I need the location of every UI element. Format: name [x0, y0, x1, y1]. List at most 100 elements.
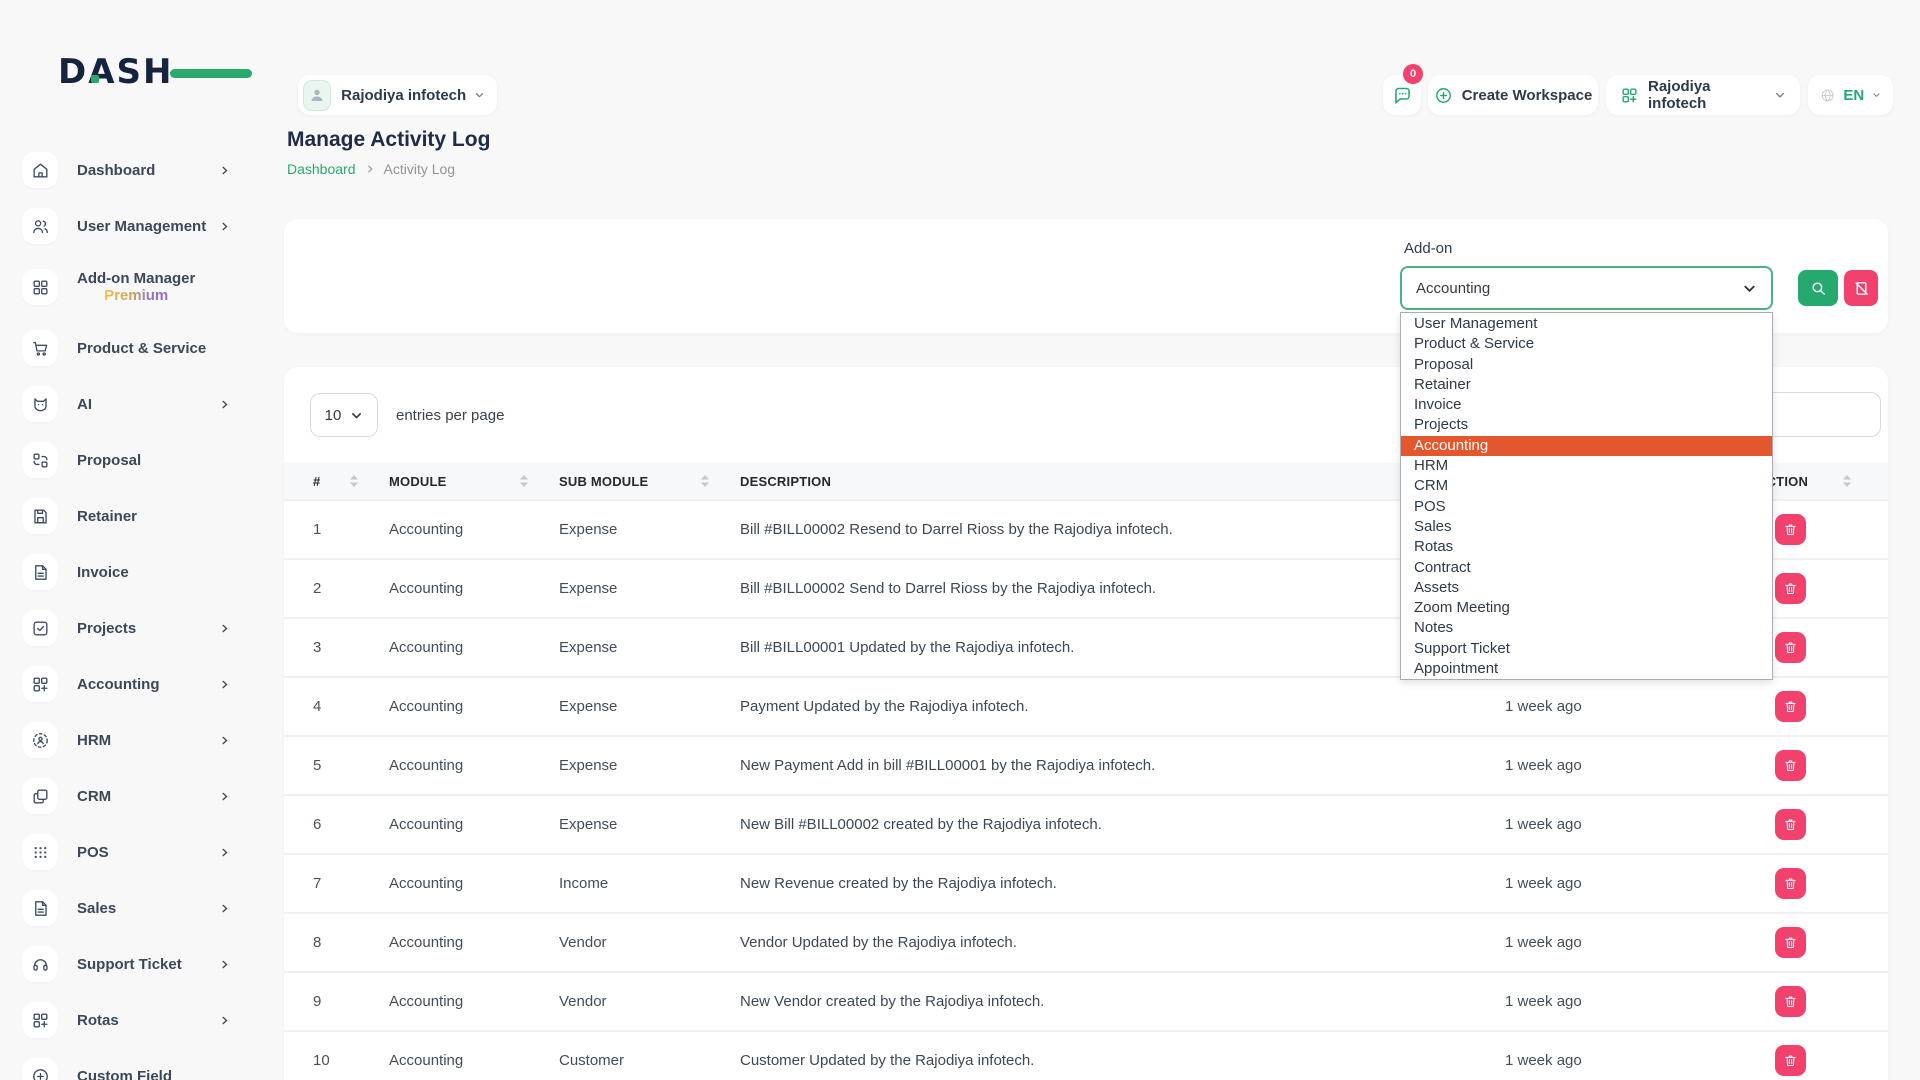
delete-button[interactable] — [1775, 927, 1806, 958]
sidebar-item-sales[interactable]: Sales — [0, 880, 260, 936]
sidebar-item-label: Rotas — [77, 1012, 119, 1029]
row-sub-module: Expense — [559, 580, 740, 597]
sidebar-item-label: Projects — [77, 620, 136, 637]
table-row: 4 Accounting Expense Payment Updated by … — [284, 678, 1888, 737]
breadcrumb-dashboard-link[interactable]: Dashboard — [287, 161, 356, 177]
row-module: Accounting — [389, 580, 559, 597]
sidebar-item-rotas[interactable]: Rotas — [0, 992, 260, 1048]
chevron-right-icon — [219, 847, 230, 858]
delete-button[interactable] — [1775, 986, 1806, 1017]
dropdown-option-selected[interactable]: Accounting — [1401, 436, 1772, 456]
dropdown-option[interactable]: POS — [1401, 497, 1772, 517]
dropdown-option[interactable]: Assets — [1401, 578, 1772, 598]
delete-button[interactable] — [1775, 1045, 1806, 1076]
workspace-switcher[interactable]: Rajodiya infotech — [298, 75, 497, 115]
dropdown-option[interactable]: Projects — [1401, 415, 1772, 435]
dropdown-option[interactable]: Rotas — [1401, 537, 1772, 557]
row-module: Accounting — [389, 993, 559, 1010]
sidebar-item-crm[interactable]: CRM — [0, 768, 260, 824]
row-sub-module: Expense — [559, 639, 740, 656]
sidebar-item-custom-field[interactable]: Custom Field — [0, 1048, 260, 1080]
sidebar-item-user-management[interactable]: User Management — [0, 198, 260, 254]
globe-icon — [1820, 85, 1835, 106]
column-header-sub-module[interactable]: SUB MODULE — [559, 463, 740, 499]
activity-log-screen: DASH Rajodiya infotech 0 Create Workspac… — [0, 0, 1920, 1080]
sidebar-item-invoice[interactable]: Invoice — [0, 544, 260, 600]
column-header-description[interactable]: DESCRIPTION — [740, 463, 1505, 499]
headset-icon — [22, 946, 58, 982]
dropdown-option[interactable]: Sales — [1401, 517, 1772, 537]
account-menu[interactable]: Rajodiya infotech — [1606, 75, 1800, 115]
dropdown-option[interactable]: Zoom Meeting — [1401, 598, 1772, 618]
home-icon — [22, 152, 58, 188]
trash-icon — [1783, 935, 1798, 950]
sidebar-item-dashboard[interactable]: Dashboard — [0, 142, 260, 198]
sidebar-item-proposal[interactable]: Proposal — [0, 432, 260, 488]
sidebar-item-product-service[interactable]: Product & Service — [0, 320, 260, 376]
delete-button[interactable] — [1775, 632, 1806, 663]
swap-grid-icon — [22, 442, 58, 478]
dropdown-option[interactable]: Product & Service — [1401, 334, 1772, 354]
dropdown-option[interactable]: Notes — [1401, 618, 1772, 638]
create-workspace-button[interactable]: Create Workspace — [1428, 75, 1598, 115]
dropdown-option[interactable]: CRM — [1401, 476, 1772, 496]
sidebar-item-addon-manager[interactable]: Add-on Manager Premium — [0, 254, 260, 320]
delete-button[interactable] — [1775, 868, 1806, 899]
row-description: New Bill #BILL00002 created by the Rajod… — [740, 816, 1505, 833]
chevron-right-icon — [219, 679, 230, 690]
trash-icon — [1783, 1053, 1798, 1068]
dropdown-option[interactable]: Invoice — [1401, 395, 1772, 415]
app-logo[interactable]: DASH — [58, 52, 208, 96]
dropdown-option[interactable]: HRM — [1401, 456, 1772, 476]
sidebar-item-retainer[interactable]: Retainer — [0, 488, 260, 544]
delete-button[interactable] — [1775, 514, 1806, 545]
dropdown-option[interactable]: Retainer — [1401, 375, 1772, 395]
row-date: 1 week ago — [1505, 757, 1757, 774]
column-header-action[interactable]: ACTION — [1757, 463, 1888, 499]
dropdown-option[interactable]: Proposal — [1401, 355, 1772, 375]
delete-button[interactable] — [1775, 573, 1806, 604]
delete-button[interactable] — [1775, 691, 1806, 722]
dropdown-option[interactable]: Appointment — [1401, 659, 1772, 679]
dropdown-option[interactable]: Support Ticket — [1401, 639, 1772, 659]
sidebar-item-label: AI — [77, 396, 92, 413]
chevron-right-icon — [219, 959, 230, 970]
workspace-grid-icon — [1620, 86, 1639, 105]
save-icon — [22, 498, 58, 534]
sidebar-item-projects[interactable]: Projects — [0, 600, 260, 656]
sidebar-item-accounting[interactable]: Accounting — [0, 656, 260, 712]
sidebar-item-label: POS — [77, 844, 109, 861]
sidebar-item-pos[interactable]: POS — [0, 824, 260, 880]
row-index: 9 — [284, 993, 389, 1010]
row-description: New Revenue created by the Rajodiya info… — [740, 875, 1505, 892]
addon-select[interactable]: Accounting — [1400, 266, 1773, 310]
workspace-switcher-label: Rajodiya infotech — [341, 87, 466, 104]
dots-grid-icon — [22, 834, 58, 870]
chevron-down-icon — [1742, 281, 1757, 296]
plus-circle-icon — [1434, 86, 1453, 105]
delete-button[interactable] — [1775, 750, 1806, 781]
chat-bubble-icon — [1392, 85, 1413, 106]
dropdown-option[interactable]: Contract — [1401, 558, 1772, 578]
dropdown-option[interactable]: User Management — [1401, 314, 1772, 334]
reset-filter-button[interactable] — [1844, 270, 1878, 306]
row-date: 1 week ago — [1505, 993, 1757, 1010]
row-description: New Payment Add in bill #BILL00001 by th… — [740, 757, 1505, 774]
column-header-module[interactable]: MODULE — [389, 463, 559, 499]
column-header-index[interactable]: # — [284, 463, 389, 499]
language-selector[interactable]: EN — [1808, 75, 1893, 115]
chevron-right-icon — [219, 903, 230, 914]
search-button[interactable] — [1798, 270, 1838, 306]
sidebar-item-label: HRM — [77, 732, 111, 749]
sidebar-item-support-ticket[interactable]: Support Ticket — [0, 936, 260, 992]
sidebar-item-label: Support Ticket — [77, 956, 182, 973]
chevron-down-icon — [474, 89, 485, 101]
sidebar-item-hrm[interactable]: HRM — [0, 712, 260, 768]
chevron-right-icon — [219, 399, 230, 410]
delete-button[interactable] — [1775, 809, 1806, 840]
entries-per-page-label: entries per page — [396, 407, 504, 424]
sidebar-item-ai[interactable]: AI — [0, 376, 260, 432]
page-size-select[interactable]: 10 — [310, 393, 378, 437]
clear-filter-icon — [1853, 280, 1870, 297]
row-sub-module: Expense — [559, 757, 740, 774]
